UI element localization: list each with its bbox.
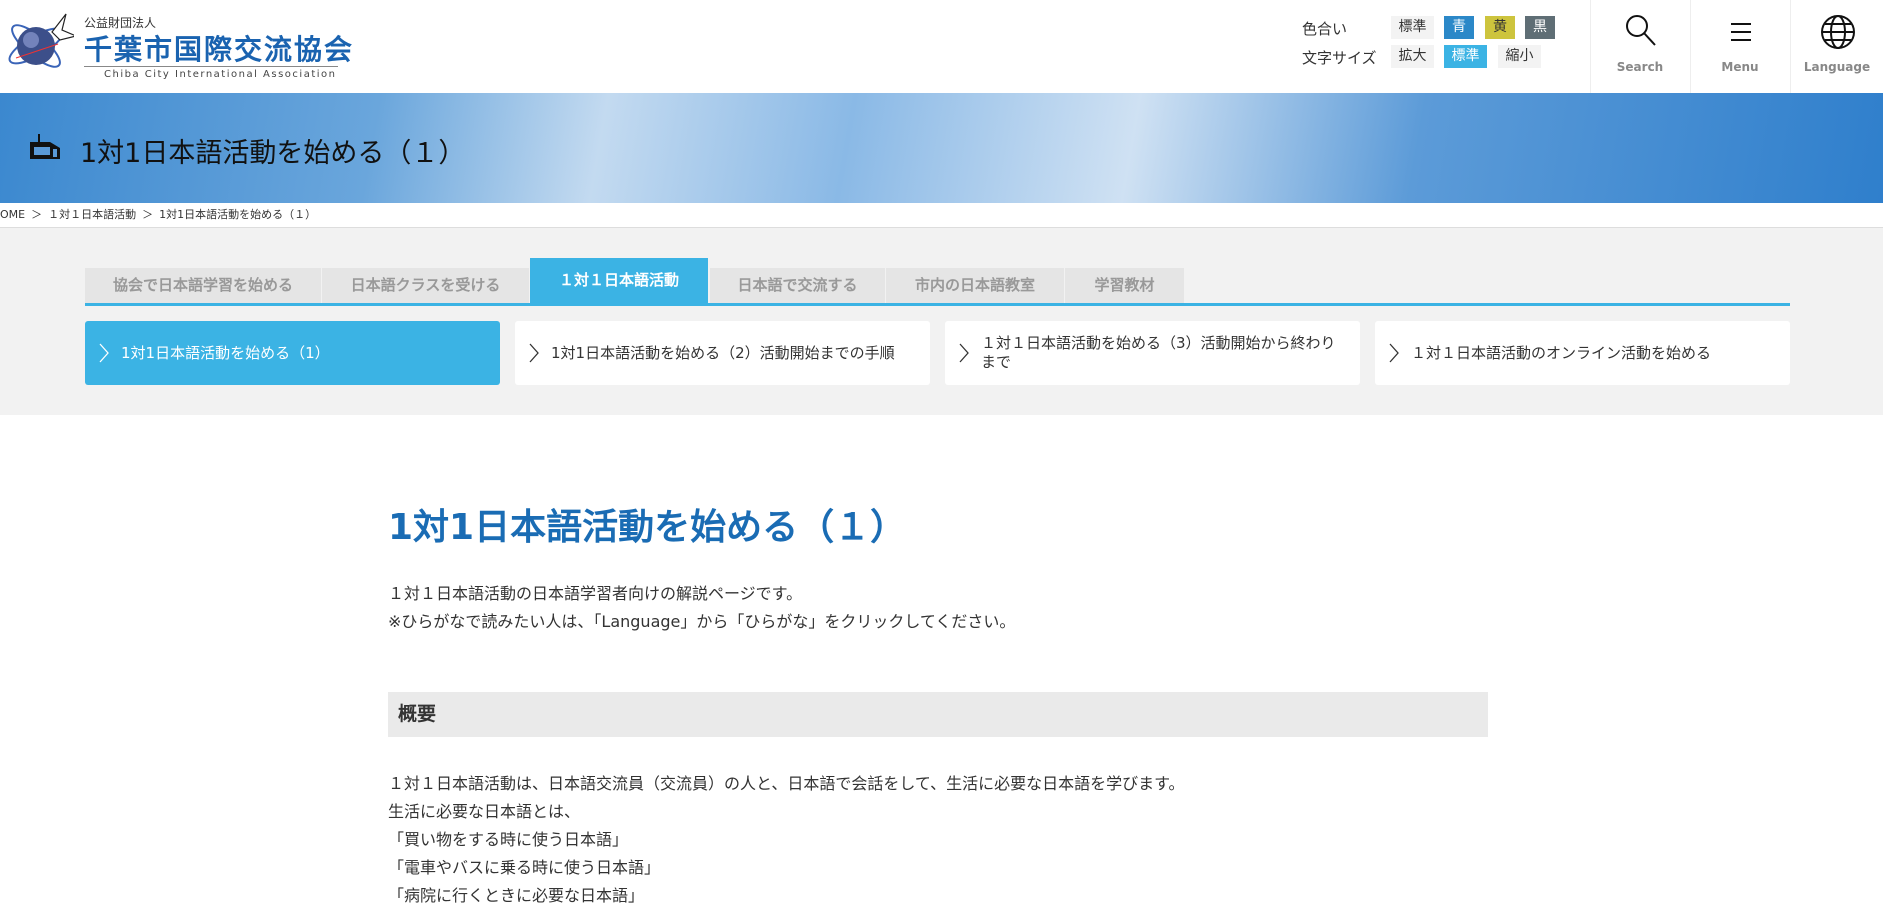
tab-japanese-class[interactable]: 日本語クラスを受ける xyxy=(322,268,529,303)
color-yellow-button[interactable]: 黄 xyxy=(1485,16,1515,39)
language-button[interactable]: Language xyxy=(1790,0,1883,93)
site-header: 公益財団法人 千葉市国際交流協会 Chiba City Internationa… xyxy=(0,0,1883,93)
subnav-item-1[interactable]: 1対1日本語活動を始める（1） xyxy=(85,321,500,385)
menu-button[interactable]: Menu xyxy=(1690,0,1789,93)
tab-start-learning[interactable]: 協会で日本語学習を始める xyxy=(85,268,321,303)
logo-divider xyxy=(84,66,338,67)
font-size-standard-button[interactable]: 標準 xyxy=(1444,45,1487,68)
font-size-large-button[interactable]: 拡大 xyxy=(1391,45,1434,68)
menu-label: Menu xyxy=(1721,60,1759,74)
breadcrumb-separator: ＞ xyxy=(142,208,154,221)
subnav-item-2[interactable]: 1対1日本語活動を始める（2）活動開始までの手順 xyxy=(515,321,930,385)
font-size-label: 文字サイズ xyxy=(1302,49,1377,67)
chevron-right-icon xyxy=(1389,343,1399,363)
color-standard-button[interactable]: 標準 xyxy=(1391,16,1434,39)
search-button[interactable]: Search xyxy=(1590,0,1689,93)
subnav-label: 1対1日本語活動を始める（1） xyxy=(121,343,330,362)
tab-materials[interactable]: 学習教材 xyxy=(1065,268,1184,303)
breadcrumb-category[interactable]: １対１日本語活動 xyxy=(48,208,136,221)
section-heading: 概要 xyxy=(388,692,1488,737)
search-icon xyxy=(1626,15,1656,46)
search-label: Search xyxy=(1616,60,1664,74)
font-size-small-button[interactable]: 縮小 xyxy=(1498,45,1541,68)
section-line: 「病院に行くときに必要な日本語」 xyxy=(388,886,645,905)
color-black-button[interactable]: 黒 xyxy=(1525,16,1555,39)
color-blue-button[interactable]: 青 xyxy=(1444,16,1474,39)
subnav-label: １対１日本語活動のオンライン活動を始める xyxy=(1411,343,1712,362)
breadcrumb-current: 1対1日本語活動を始める（１） xyxy=(159,208,317,221)
subnav-item-4[interactable]: １対１日本語活動のオンライン活動を始める xyxy=(1375,321,1790,385)
color-label: 色合い xyxy=(1302,20,1348,38)
chevron-right-icon xyxy=(529,343,539,363)
breadcrumb: OME ＞ １対１日本語活動 ＞ 1対1日本語活動を始める（１） xyxy=(0,203,1883,228)
globe-bird-logo-icon xyxy=(8,13,74,68)
logo-name: 千葉市国際交流協会 xyxy=(84,33,355,66)
breadcrumb-home[interactable]: OME xyxy=(0,208,25,221)
logo-english: Chiba City International Association xyxy=(104,69,337,80)
hero-title: 1対1日本語活動を始める（１） xyxy=(80,138,466,169)
tab-local-classrooms[interactable]: 市内の日本語教室 xyxy=(886,268,1064,303)
chevron-right-icon xyxy=(99,343,109,363)
subnav-label: 1対1日本語活動を始める（2）活動開始までの手順 xyxy=(551,343,895,362)
section-line: 「買い物をする時に使う日本語」 xyxy=(388,830,629,849)
section-line: 生活に必要な日本語とは、 xyxy=(388,802,581,821)
globe-icon xyxy=(1821,15,1855,49)
subnav-item-3[interactable]: １対１日本語活動を始める（3）活動開始から終わりまで xyxy=(945,321,1360,385)
tab-underline xyxy=(85,303,1790,306)
logo[interactable]: 公益財団法人 千葉市国際交流協会 Chiba City Internationa… xyxy=(4,10,352,80)
intro-line: ※ひらがなで読みたい人は、「Language」から「ひらがな」をクリックしてくだ… xyxy=(388,612,1016,631)
hero-banner: 1対1日本語活動を始める（１） xyxy=(0,93,1883,203)
home-icon xyxy=(30,134,60,159)
section-line: １対１日本語活動は、日本語交流員（交流員）の人と、日本語で会話をして、生活に必要… xyxy=(388,774,1185,793)
page-title: 1対1日本語活動を始める（１） xyxy=(388,507,907,548)
language-label: Language xyxy=(1803,60,1871,74)
intro-line: １対１日本語活動の日本語学習者向けの解説ページです。 xyxy=(388,584,803,603)
subnav-label: １対１日本語活動を始める（3）活動開始から終わりまで xyxy=(981,334,1336,371)
menu-icon xyxy=(1731,23,1751,41)
tab-one-on-one[interactable]: １対１日本語活動 xyxy=(530,258,708,303)
tab-exchange[interactable]: 日本語で交流する xyxy=(710,268,885,303)
section-line: 「電車やバスに乗る時に使う日本語」 xyxy=(388,858,661,877)
breadcrumb-separator: ＞ xyxy=(31,208,43,221)
chevron-right-icon xyxy=(959,343,969,363)
